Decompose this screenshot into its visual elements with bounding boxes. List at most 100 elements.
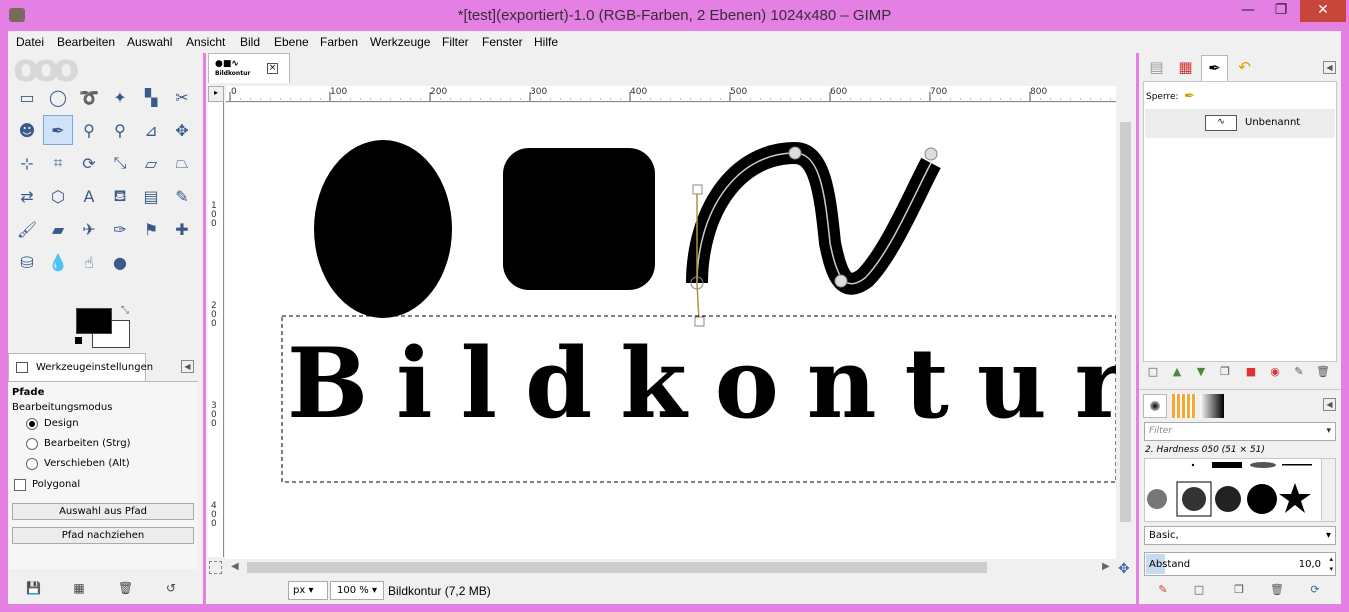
close-button[interactable]: ✕ [1300,0,1346,22]
tab-channels[interactable]: ▦ [1172,55,1199,81]
refresh-brushes-icon[interactable]: ⟳ [1307,582,1323,598]
save-options-icon[interactable]: 💾 [26,581,41,595]
align-icon[interactable]: ⊹ [12,148,42,178]
anchor-point[interactable] [788,146,802,160]
stroke-path-button[interactable]: Pfad nachziehen [12,527,194,544]
paintbrush-icon[interactable]: 🖌 [12,214,42,244]
delete-path-icon[interactable]: 🗑 [1315,364,1331,380]
clone-icon[interactable]: ⚑ [136,214,166,244]
text-icon[interactable]: A [74,181,104,211]
delete-brush-icon[interactable]: 🗑 [1269,582,1285,598]
eraser-icon[interactable]: ▰ [43,214,73,244]
tab-image-bildkontur[interactable]: ●■∿ Bildkontur × [208,53,290,83]
handle-point[interactable] [692,184,703,195]
heal-icon[interactable]: ✚ [167,214,197,244]
menu-farben[interactable]: Farben [320,35,358,49]
scroll-left-icon[interactable]: ◀ [231,561,239,572]
swap-colors-icon[interactable]: ⤡ [121,305,129,316]
edit-brush-icon[interactable]: ✎ [1155,582,1171,598]
collapse-arrow-icon[interactable]: ◀ [1323,61,1336,74]
maximize-button[interactable]: ❐ [1266,0,1296,22]
zoom-select[interactable]: 100 % ▾ [330,581,384,600]
smudge-icon[interactable]: ☝ [74,247,104,277]
tab-layers[interactable]: ▤ [1143,55,1170,81]
quick-mask-toggle[interactable] [209,561,222,574]
handle-point[interactable] [694,316,705,327]
color-picker-icon[interactable]: ⚲ [74,115,104,145]
radio-button[interactable] [26,418,38,430]
image-canvas[interactable]: Bildkontur [225,103,1116,559]
menu-auswahl[interactable]: Auswahl [127,35,172,49]
flip-icon[interactable]: ⇄ [12,181,42,211]
brush-preset-select[interactable]: Basic, ▾ [1144,526,1336,545]
shear-icon[interactable]: ▱ [136,148,166,178]
vertical-scrollbar[interactable] [1117,102,1134,558]
radio-button[interactable] [26,438,38,450]
tab-undo[interactable]: ↶ [1231,55,1258,81]
tab-brushes[interactable] [1143,394,1167,418]
fuzzy-select-icon[interactable]: ✦ [105,82,135,112]
reset-options-icon[interactable]: ↺ [164,581,178,595]
brush-scrollbar[interactable] [1321,458,1336,522]
anchor-point[interactable] [924,147,938,161]
paths-tool-icon[interactable]: ✒ [43,115,73,145]
selection-from-path-button[interactable]: Auswahl aus Pfad [12,503,194,520]
bucket-fill-icon[interactable]: ⛾ [105,181,135,211]
new-brush-icon[interactable]: □ [1191,582,1207,598]
vertical-scroll-thumb[interactable] [1120,122,1131,522]
stroke-path-icon[interactable]: ✎ [1291,364,1307,380]
menu-fenster[interactable]: Fenster [482,35,523,49]
menu-filter[interactable]: Filter [442,35,469,49]
radio-button[interactable] [26,458,38,470]
ellipse-select-icon[interactable]: ◯ [43,82,73,112]
restore-options-icon[interactable]: ▦ [72,581,86,595]
lock-icon[interactable]: ✒ [1184,89,1195,104]
delete-options-icon[interactable]: 🗑 [118,581,133,595]
dodge-burn-icon[interactable]: ● [105,247,135,277]
scroll-right-icon[interactable]: ▶ [1102,561,1110,572]
path-to-selection-icon[interactable]: ■ [1243,364,1259,380]
selection-to-path-icon[interactable]: ◉ [1267,364,1283,380]
cage-icon[interactable]: ⬡ [43,181,73,211]
foreground-color-swatch[interactable] [76,308,112,334]
menu-werkzeuge[interactable]: Werkzeuge [370,35,430,49]
duplicate-brush-icon[interactable]: ❐ [1231,582,1247,598]
rect-select-icon[interactable]: ▭ [12,82,42,112]
perspective-clone-icon[interactable]: ⛁ [12,247,42,277]
zoom-icon[interactable]: ⚲ [105,115,135,145]
pencil-icon[interactable]: ✎ [167,181,197,211]
gradient-icon[interactable]: ▤ [136,181,166,211]
duplicate-path-icon[interactable]: ❐ [1217,364,1233,380]
move-icon[interactable]: ✥ [167,115,197,145]
measure-icon[interactable]: ⊿ [136,115,166,145]
blur-icon[interactable]: 💧 [43,247,73,277]
raise-path-icon[interactable]: ▲ [1169,364,1185,380]
ink-icon[interactable]: ✑ [105,214,135,244]
navigate-icon[interactable]: ✥ [1118,561,1130,577]
collapse-arrow-icon[interactable]: ◀ [1323,398,1336,411]
menu-ebene[interactable]: Ebene [274,35,309,49]
color-select-icon[interactable]: ▚ [136,82,166,112]
default-colors-icon[interactable] [75,337,82,344]
tab-patterns[interactable] [1172,394,1196,418]
spin-arrows-icon[interactable]: ▴ ▾ [1329,554,1333,574]
brush-filter-input[interactable]: Filter ▾ [1144,422,1336,441]
tab-paths[interactable]: ✒ [1201,55,1228,81]
ruler-corner-button[interactable]: ▸ [208,86,224,102]
path-row[interactable]: ∿ Unbenannt [1145,109,1335,138]
unit-select[interactable]: px ▾ [288,581,328,600]
scale-icon[interactable]: ⤡ [105,148,135,178]
scissors-icon[interactable]: ✂ [167,82,197,112]
rotate-icon[interactable]: ⟳ [74,148,104,178]
menu-bild[interactable]: Bild [240,35,260,49]
airbrush-icon[interactable]: ✈ [74,214,104,244]
foreground-select-icon[interactable]: ☻ [12,115,42,145]
minimize-button[interactable]: — [1233,0,1263,22]
perspective-icon[interactable]: ⏢ [167,148,197,178]
tab-tool-options[interactable]: Werkzeugeinstellungen [8,353,153,381]
menu-ansicht[interactable]: Ansicht [186,35,225,49]
crop-icon[interactable]: ⌗ [43,148,73,178]
menu-hilfe[interactable]: Hilfe [534,35,558,49]
free-select-icon[interactable]: ➰ [74,82,104,112]
collapse-arrow-icon[interactable]: ◀ [181,360,194,373]
